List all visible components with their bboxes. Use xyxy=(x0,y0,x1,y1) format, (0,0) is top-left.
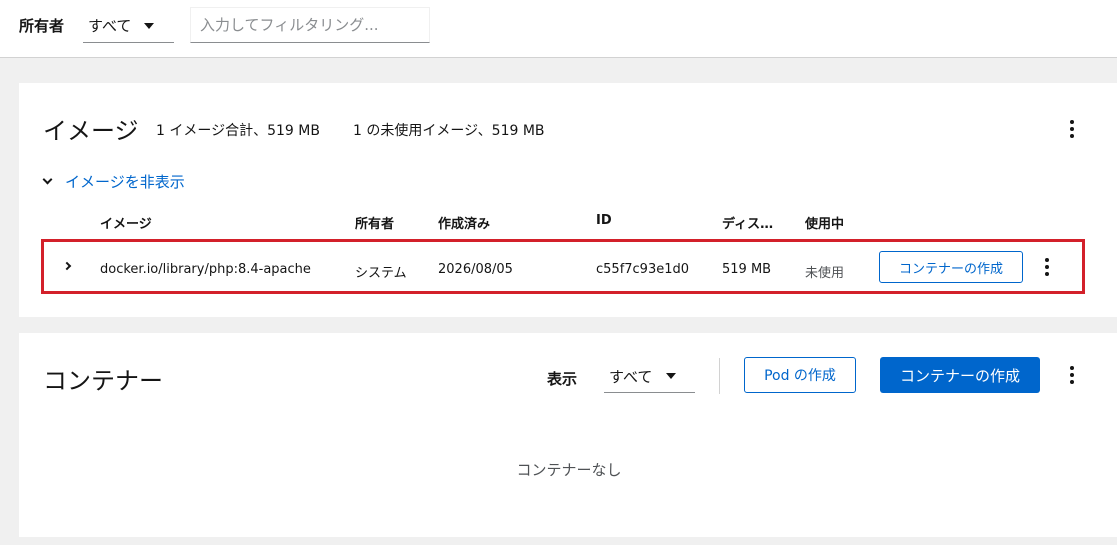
image-owner: システム xyxy=(355,266,407,281)
owner-label: 所有者 xyxy=(19,17,65,35)
owner-select[interactable]: すべて xyxy=(83,7,174,43)
image-row-kebab-icon[interactable] xyxy=(1042,258,1052,276)
create-container-from-image-button[interactable]: コンテナーの作成 xyxy=(879,251,1023,283)
column-header-image[interactable]: イメージ xyxy=(100,213,152,232)
image-row-highlighted: docker.io/library/php:8.4-apache システム 20… xyxy=(41,239,1085,294)
images-summary-unused: 1 の未使用イメージ、519 MB xyxy=(353,123,545,139)
owner-select-value: すべて xyxy=(88,17,132,35)
column-header-disk[interactable]: ディス… xyxy=(722,213,773,232)
column-header-created[interactable]: 作成済み xyxy=(438,213,490,232)
caret-down-icon xyxy=(666,373,676,379)
create-pod-button[interactable]: Pod の作成 xyxy=(744,357,856,393)
image-id: c55f7c93e1d0 xyxy=(596,262,690,277)
hide-images-toggle[interactable]: イメージを非表示 xyxy=(42,171,185,192)
filter-toolbar: 所有者 すべて xyxy=(0,0,1117,58)
toolbar-divider xyxy=(719,358,720,394)
column-header-owner[interactable]: 所有者 xyxy=(355,213,394,232)
caret-down-icon xyxy=(144,23,154,29)
image-disk-size: 519 MB xyxy=(722,262,772,277)
images-card: イメージ 1 イメージ合計、519 MB 1 の未使用イメージ、519 MB イ… xyxy=(19,83,1117,317)
column-header-id[interactable]: ID xyxy=(596,213,612,228)
image-in-use: 未使用 xyxy=(805,266,845,281)
containers-title: コンテナー xyxy=(43,367,163,395)
images-title: イメージ xyxy=(43,117,139,145)
chevron-down-icon xyxy=(42,174,53,185)
empty-state-text: コンテナーなし xyxy=(516,461,622,479)
show-label: 表示 xyxy=(547,370,578,388)
images-summary-total: 1 イメージ合計、519 MB xyxy=(156,123,320,139)
filter-input[interactable] xyxy=(190,7,430,43)
containers-card: コンテナー 表示 すべて Pod の作成 コンテナーの作成 コンテナーなし xyxy=(19,333,1117,537)
show-select[interactable]: すべて xyxy=(604,357,695,393)
containers-kebab-icon[interactable] xyxy=(1067,366,1077,384)
chevron-right-icon[interactable] xyxy=(62,261,72,271)
column-header-in-use[interactable]: 使用中 xyxy=(805,213,844,232)
images-kebab-icon[interactable] xyxy=(1067,120,1077,138)
create-container-button[interactable]: コンテナーの作成 xyxy=(880,357,1040,393)
image-created: 2026/08/05 xyxy=(438,262,513,277)
image-name: docker.io/library/php:8.4-apache xyxy=(100,262,311,277)
hide-images-label: イメージを非表示 xyxy=(65,173,185,191)
show-select-value: すべて xyxy=(609,368,653,386)
